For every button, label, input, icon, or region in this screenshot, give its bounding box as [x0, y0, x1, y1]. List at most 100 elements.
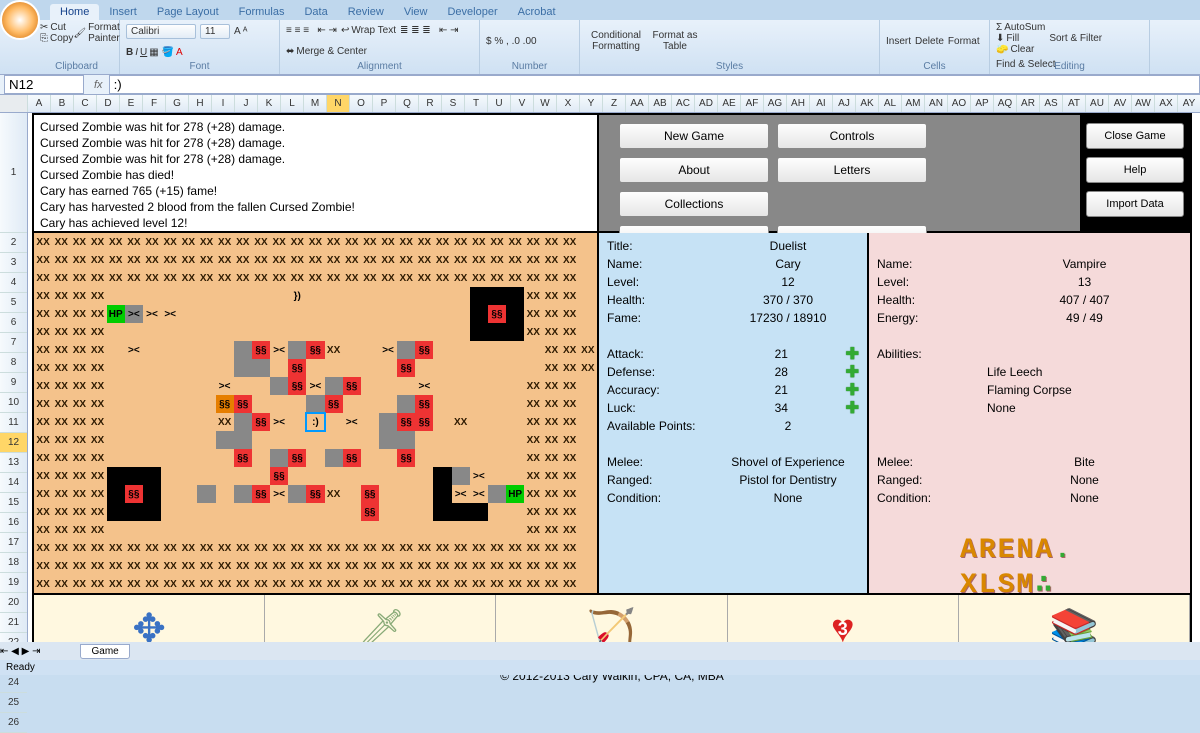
col-header[interactable]: AE [718, 95, 741, 112]
tab-data[interactable]: Data [294, 4, 337, 20]
row-header[interactable]: 17 [0, 533, 27, 553]
col-header[interactable]: AJ [833, 95, 856, 112]
col-header[interactable]: E [120, 95, 143, 112]
tab-review[interactable]: Review [338, 4, 394, 20]
row-header[interactable]: 14 [0, 473, 27, 493]
row-header[interactable]: 11 [0, 413, 27, 433]
plus-accuracy-icon[interactable]: ✚ [846, 380, 859, 400]
format-cells-button[interactable]: Format [948, 36, 980, 47]
col-header[interactable]: AU [1086, 95, 1109, 112]
row-header[interactable]: 6 [0, 313, 27, 333]
wrap-text-button[interactable]: ↩ Wrap Text [341, 25, 396, 36]
tab-page-layout[interactable]: Page Layout [147, 4, 229, 20]
row-header[interactable]: 15 [0, 493, 27, 513]
row-header[interactable]: 19 [0, 573, 27, 593]
col-header[interactable]: AS [1040, 95, 1063, 112]
tab-developer[interactable]: Developer [437, 4, 507, 20]
col-header[interactable]: R [419, 95, 442, 112]
row-header[interactable]: 24 [0, 673, 27, 693]
fill-button[interactable]: ⬇ Fill [996, 33, 1045, 44]
cut-button[interactable]: ✂ Cut [40, 22, 66, 33]
fx-icon[interactable]: fx [88, 79, 109, 91]
row-header[interactable]: 8 [0, 353, 27, 373]
formula-input[interactable] [109, 75, 1200, 94]
col-header[interactable]: Z [603, 95, 626, 112]
col-header[interactable]: D [97, 95, 120, 112]
col-header[interactable]: AM [902, 95, 925, 112]
col-header[interactable]: C [74, 95, 97, 112]
conditional-formatting-button[interactable]: Conditional Formatting [586, 30, 646, 52]
row-header[interactable]: 26 [0, 713, 27, 733]
row-header[interactable]: 4 [0, 273, 27, 293]
col-header[interactable]: AC [672, 95, 695, 112]
insert-cells-button[interactable]: Insert [886, 36, 911, 47]
letters-button[interactable]: Letters [777, 157, 927, 183]
col-header[interactable]: Y [580, 95, 603, 112]
row-header[interactable]: 12 [0, 433, 27, 453]
col-header[interactable]: AH [787, 95, 810, 112]
col-header[interactable]: X [557, 95, 580, 112]
tab-insert[interactable]: Insert [99, 4, 147, 20]
help-button[interactable]: Help [1086, 157, 1184, 183]
col-header[interactable]: P [373, 95, 396, 112]
col-header[interactable]: S [442, 95, 465, 112]
col-header[interactable]: Q [396, 95, 419, 112]
row-header[interactable]: 18 [0, 553, 27, 573]
col-header[interactable]: AN [925, 95, 948, 112]
merge-center-button[interactable]: ⬌ Merge & Center [286, 46, 367, 57]
col-header[interactable]: AW [1132, 95, 1155, 112]
font-size-select[interactable] [200, 24, 230, 39]
col-header[interactable]: AX [1155, 95, 1178, 112]
col-header[interactable]: V [511, 95, 534, 112]
row-header[interactable]: 13 [0, 453, 27, 473]
col-header[interactable]: AR [1017, 95, 1040, 112]
col-header[interactable]: AP [971, 95, 994, 112]
col-header[interactable]: L [281, 95, 304, 112]
col-header[interactable]: B [51, 95, 74, 112]
plus-defense-icon[interactable]: ✚ [846, 362, 859, 382]
format-as-table-button[interactable]: Format as Table [650, 30, 700, 52]
col-header[interactable]: M [304, 95, 327, 112]
col-header[interactable]: AV [1109, 95, 1132, 112]
controls-button[interactable]: Controls [777, 123, 927, 149]
col-header[interactable]: AK [856, 95, 879, 112]
col-header[interactable]: AG [764, 95, 787, 112]
col-header[interactable]: AT [1063, 95, 1086, 112]
tab-view[interactable]: View [394, 4, 438, 20]
row-header[interactable]: 10 [0, 393, 27, 413]
tab-home[interactable]: Home [50, 4, 99, 20]
font-name-select[interactable] [126, 24, 196, 39]
col-header[interactable]: AY [1178, 95, 1200, 112]
col-header[interactable]: T [465, 95, 488, 112]
import-data-button[interactable]: Import Data [1086, 191, 1184, 217]
row-header[interactable]: 16 [0, 513, 27, 533]
row-header[interactable]: 2 [0, 233, 27, 253]
tab-formulas[interactable]: Formulas [229, 4, 295, 20]
row-header[interactable]: 7 [0, 333, 27, 353]
about-button[interactable]: About [619, 157, 769, 183]
col-header[interactable]: O [350, 95, 373, 112]
col-header[interactable]: A [28, 95, 51, 112]
col-header[interactable]: AL [879, 95, 902, 112]
col-header[interactable]: AI [810, 95, 833, 112]
col-header[interactable]: H [189, 95, 212, 112]
col-header[interactable]: J [235, 95, 258, 112]
col-header[interactable]: I [212, 95, 235, 112]
autosum-button[interactable]: Σ AutoSum [996, 22, 1045, 33]
col-header[interactable]: G [166, 95, 189, 112]
col-header[interactable]: AD [695, 95, 718, 112]
col-header[interactable]: K [258, 95, 281, 112]
col-header[interactable] [0, 95, 28, 112]
row-header[interactable]: 9 [0, 373, 27, 393]
collections-button[interactable]: Collections [619, 191, 769, 217]
col-header[interactable]: W [534, 95, 557, 112]
col-header[interactable]: AA [626, 95, 649, 112]
copy-button[interactable]: ⎘ Copy [40, 33, 73, 44]
delete-cells-button[interactable]: Delete [915, 36, 944, 47]
name-box[interactable] [4, 75, 84, 94]
col-header[interactable]: AB [649, 95, 672, 112]
plus-attack-icon[interactable]: ✚ [846, 344, 859, 364]
close-game-button[interactable]: Close Game [1086, 123, 1184, 149]
new-game-button[interactable]: New Game [619, 123, 769, 149]
sort-filter-button[interactable]: Sort & Filter [1049, 33, 1102, 44]
